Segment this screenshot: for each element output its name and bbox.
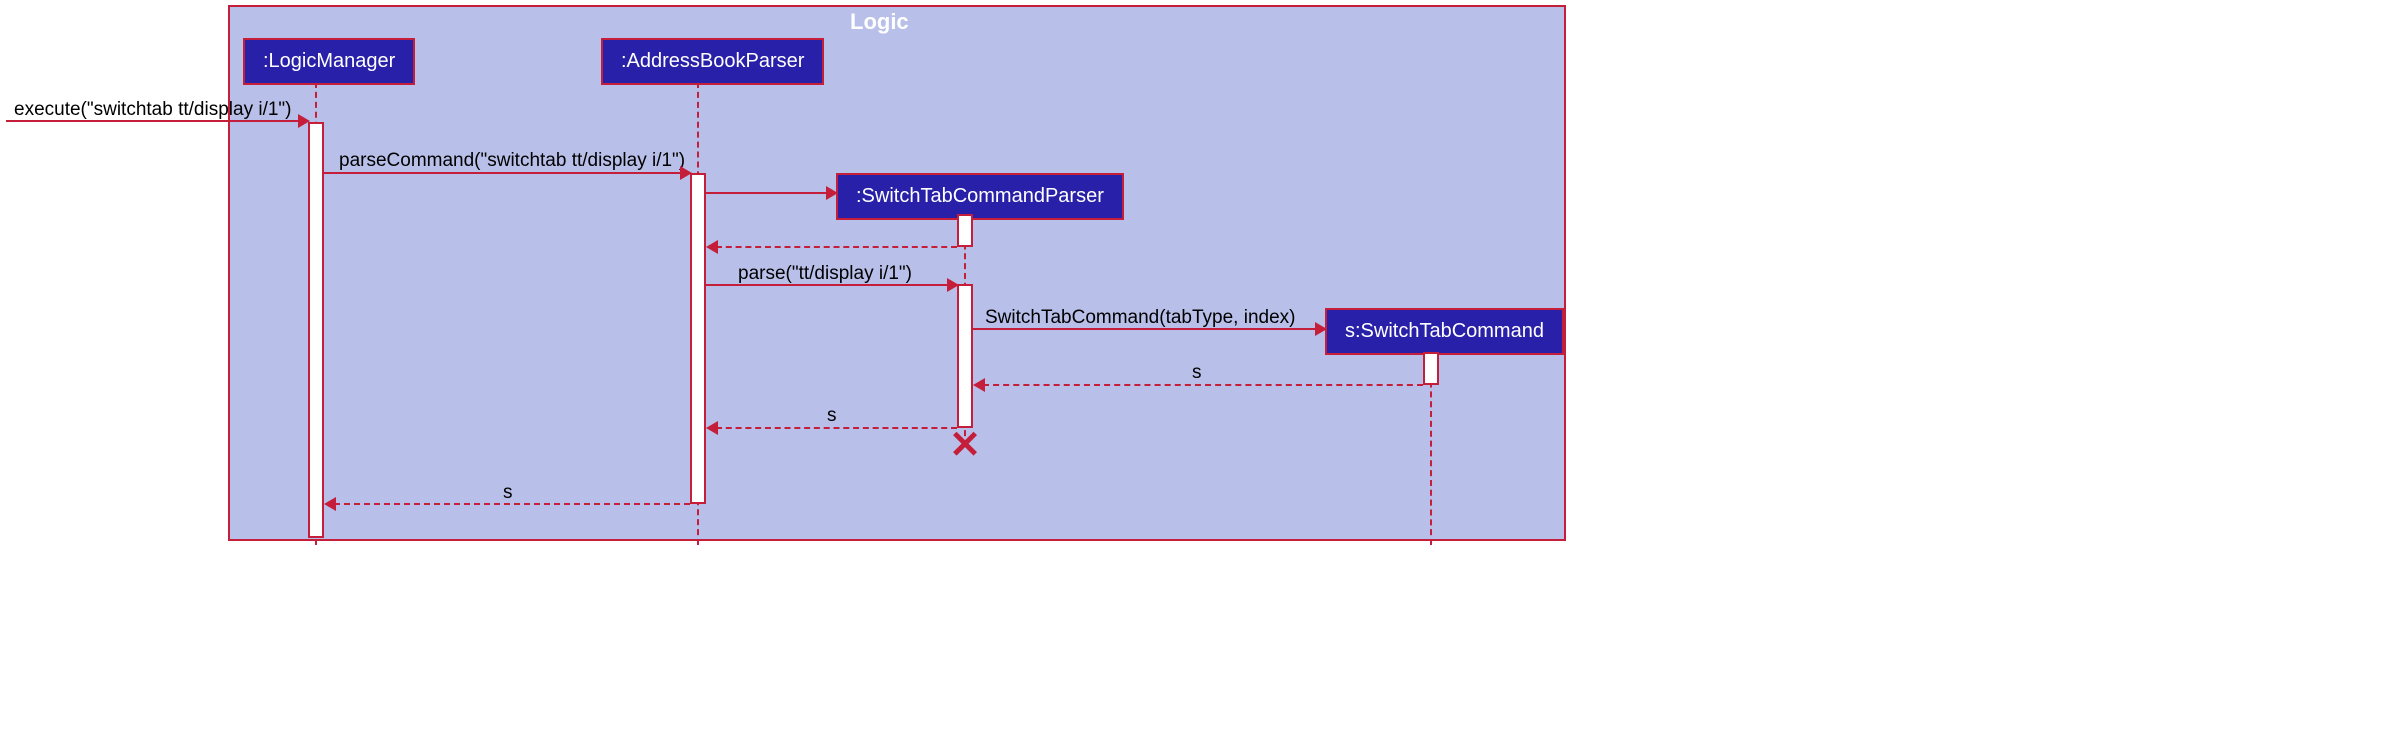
msg-return-s3-label: s [503, 482, 513, 504]
activation-logic-manager [308, 122, 324, 538]
arrow-return-s2-head [706, 421, 718, 435]
arrow-return-s1 [983, 384, 1423, 386]
participant-address-book-parser: :AddressBookParser [601, 38, 824, 85]
arrow-return-parser-create-head [706, 240, 718, 254]
msg-execute-label: execute("switchtab tt/display i/1") [14, 99, 292, 121]
destroy-icon: ✕ [949, 423, 981, 468]
arrow-parse [706, 284, 957, 286]
participant-switch-tab-command: s:SwitchTabCommand [1325, 308, 1564, 355]
msg-return-s1-label: s [1192, 362, 1202, 384]
msg-switch-tab-command-label: SwitchTabCommand(tabType, index) [985, 307, 1295, 329]
arrow-parse-command-head [680, 166, 692, 180]
msg-return-s2-label: s [827, 405, 837, 427]
participant-switch-tab-command-parser: :SwitchTabCommandParser [836, 173, 1124, 220]
arrow-create-parser-head [826, 186, 838, 200]
arrow-create-parser [706, 192, 836, 194]
arrow-execute-head [298, 114, 310, 128]
logic-frame-title: Logic [850, 9, 909, 35]
arrow-return-s2 [716, 427, 957, 429]
arrow-parse-head [947, 278, 959, 292]
arrow-switch-tab-command [973, 328, 1325, 330]
arrow-switch-tab-command-head [1315, 322, 1327, 336]
participant-logic-manager: :LogicManager [243, 38, 415, 85]
activation-switch-tab-command-parser-1 [957, 214, 973, 247]
msg-parse-label: parse("tt/display i/1") [738, 263, 912, 285]
activation-address-book-parser [690, 173, 706, 504]
msg-parse-command-label: parseCommand("switchtab tt/display i/1") [339, 150, 685, 172]
arrow-return-s1-head [973, 378, 985, 392]
arrow-return-parser-create [716, 246, 957, 248]
activation-switch-tab-command-parser-2 [957, 284, 973, 428]
activation-switch-tab-command [1423, 352, 1439, 385]
arrow-execute [6, 120, 308, 122]
arrow-return-s3-head [324, 497, 336, 511]
arrow-return-s3 [334, 503, 690, 505]
arrow-parse-command [324, 172, 690, 174]
